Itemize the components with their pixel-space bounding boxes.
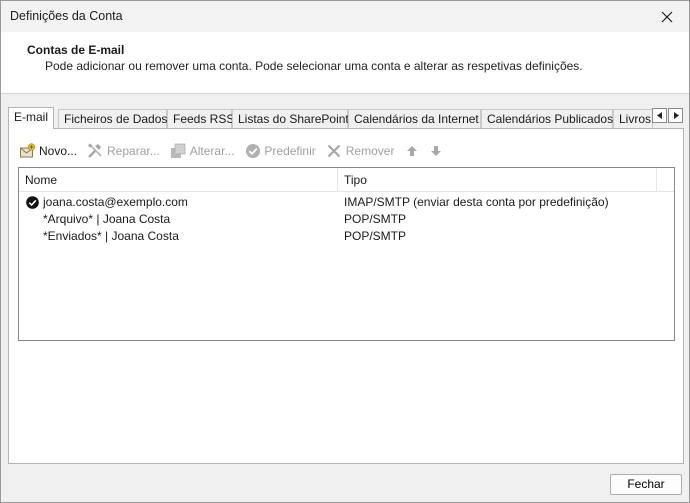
arrow-up-icon xyxy=(407,146,418,156)
accounts-toolbar: Novo... Reparar... Alterar... Predefinir… xyxy=(19,142,452,160)
tab-sharepoint-lists[interactable]: Listas do SharePoint xyxy=(232,109,349,128)
account-row-default[interactable]: joana.costa@exemplo.com IMAP/SMTP (envia… xyxy=(19,194,674,211)
header-title: Contas de E-mail xyxy=(27,43,125,57)
tab-scroll-left-button[interactable] xyxy=(652,108,667,123)
account-name-cell: *Arquivo* | Joana Costa xyxy=(26,211,170,228)
tab-scroll-right-button[interactable] xyxy=(668,108,683,123)
move-up-button[interactable] xyxy=(404,143,420,160)
change-icon xyxy=(170,143,187,160)
close-button[interactable] xyxy=(645,1,689,32)
dialog-footer: Fechar xyxy=(1,464,689,502)
account-name-cell: joana.costa@exemplo.com xyxy=(26,194,188,211)
list-header: Nome Tipo xyxy=(19,168,674,192)
accounts-list[interactable]: Nome Tipo joana.costa@exemplo.com IMAP/S… xyxy=(18,167,675,341)
new-account-label: Novo... xyxy=(39,144,78,158)
triangle-right-icon xyxy=(673,112,679,119)
account-settings-dialog: Definições da Conta Contas de E-mail Pod… xyxy=(0,0,690,503)
checkmark-circle-icon xyxy=(244,143,261,160)
change-button[interactable]: Alterar... xyxy=(170,143,235,160)
account-name: *Arquivo* | Joana Costa xyxy=(43,212,171,226)
new-account-icon xyxy=(19,143,36,160)
account-type: IMAP/SMTP (enviar desta conta por predef… xyxy=(344,195,609,209)
title-bar: Definições da Conta xyxy=(1,1,689,32)
tab-address-books[interactable]: Livros xyxy=(613,109,653,128)
repair-label: Reparar... xyxy=(107,144,160,158)
tab-published-calendars[interactable]: Calendários Publicados xyxy=(481,109,613,128)
account-name: joana.costa@exemplo.com xyxy=(43,195,188,209)
account-type: POP/SMTP xyxy=(344,212,407,226)
tab-email[interactable]: E-mail xyxy=(8,107,54,129)
set-default-button[interactable]: Predefinir xyxy=(244,143,316,160)
tab-rss-feeds[interactable]: Feeds RSS xyxy=(167,109,234,128)
tab-strip: E-mail Ficheiros de Dados Feeds RSS List… xyxy=(8,107,684,129)
email-tab-panel: Novo... Reparar... Alterar... Predefinir… xyxy=(8,128,684,464)
close-icon xyxy=(661,11,673,22)
column-header-name[interactable]: Nome xyxy=(19,168,338,192)
column-header-type[interactable]: Tipo xyxy=(338,168,657,192)
tools-icon xyxy=(87,143,104,160)
new-account-button[interactable]: Novo... xyxy=(19,143,77,160)
move-down-button[interactable] xyxy=(428,143,444,160)
remove-button[interactable]: Remover xyxy=(326,143,395,160)
account-name-cell: *Enviados* | Joana Costa xyxy=(26,228,179,245)
default-account-check-icon xyxy=(26,196,39,209)
repair-button[interactable]: Reparar... xyxy=(87,143,160,160)
change-label: Alterar... xyxy=(189,144,235,158)
triangle-left-icon xyxy=(656,112,662,119)
tab-internet-calendars[interactable]: Calendários da Internet xyxy=(348,109,481,128)
header-description: Pode adicionar ou remover uma conta. Pod… xyxy=(45,59,583,73)
tab-data-files[interactable]: Ficheiros de Dados xyxy=(58,109,167,128)
remove-x-icon xyxy=(326,143,343,160)
account-name: *Enviados* | Joana Costa xyxy=(43,229,179,243)
set-default-label: Predefinir xyxy=(264,144,316,158)
window-title: Definições da Conta xyxy=(10,9,123,23)
account-row[interactable]: *Enviados* | Joana Costa POP/SMTP xyxy=(19,228,674,245)
account-row[interactable]: *Arquivo* | Joana Costa POP/SMTP xyxy=(19,211,674,228)
account-type: POP/SMTP xyxy=(344,229,407,243)
close-dialog-button[interactable]: Fechar xyxy=(610,474,682,495)
arrow-down-icon xyxy=(431,146,442,156)
remove-label: Remover xyxy=(345,144,395,158)
header-banner: Contas de E-mail Pode adicionar ou remov… xyxy=(1,32,689,94)
